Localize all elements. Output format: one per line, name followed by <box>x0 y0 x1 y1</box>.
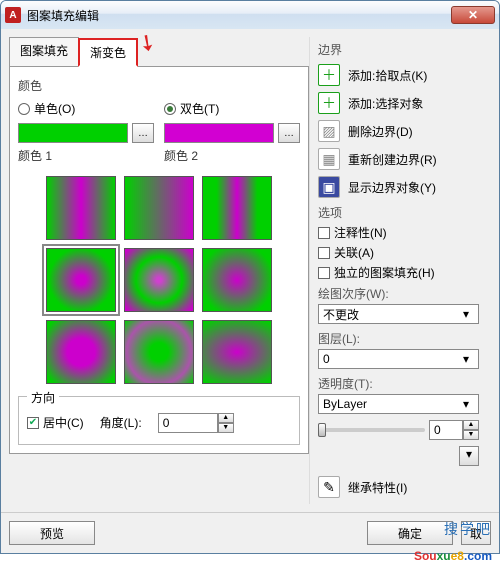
transparency-slider[interactable] <box>318 428 425 432</box>
checkbox-icon <box>318 267 330 279</box>
watermark: 搜学吧 Souxue8.com <box>414 519 492 567</box>
layer-label: 图层(L): <box>318 330 479 347</box>
options-title: 选项 <box>318 204 479 221</box>
color2-swatch[interactable] <box>164 123 274 143</box>
show-boundary-button[interactable]: ▣ 显示边界对象(Y) <box>318 176 479 198</box>
spin-up-icon[interactable]: ▲ <box>463 420 479 430</box>
radio-icon <box>18 103 30 115</box>
angle-label: 角度(L): <box>100 414 142 431</box>
btn-label: 删除边界(D) <box>348 123 413 140</box>
color2-label: 颜色 2 <box>164 147 300 164</box>
color1-label: 颜色 1 <box>18 147 154 164</box>
tab-pattern-fill[interactable]: 图案填充 <box>9 37 79 66</box>
gradient-preset-8[interactable] <box>124 320 194 384</box>
left-panel: 图案填充 渐变色 颜色 单色(O) … 颜色 1 <box>9 37 309 504</box>
opt-label: 注释性(N) <box>334 224 387 241</box>
tab-gradient[interactable]: 渐变色 <box>78 38 138 67</box>
radio-single-color[interactable]: 单色(O) <box>18 100 154 117</box>
btn-label: 显示边界对象(Y) <box>348 179 436 196</box>
radio-icon <box>164 103 176 115</box>
annotative-checkbox[interactable]: 注释性(N) <box>318 224 479 241</box>
radio-two-color[interactable]: 双色(T) <box>164 100 300 117</box>
add-pickpoints-button[interactable]: ＋ 添加:拾取点(K) <box>318 64 479 86</box>
opt-label: 关联(A) <box>334 244 374 261</box>
chevron-down-icon: ▾ <box>458 352 474 366</box>
boundary-title: 边界 <box>318 41 479 58</box>
chevron-down-icon: ▾ <box>458 307 474 321</box>
gradient-preset-4[interactable] <box>46 248 116 312</box>
spin-down-icon[interactable]: ▼ <box>218 423 234 433</box>
inherit-icon: ✎ <box>318 476 340 498</box>
right-panel: 边界 ＋ 添加:拾取点(K) ＋ 添加:选择对象 ▨ 删除边界(D) ▦ 重新创… <box>309 37 479 504</box>
direction-group: 方向 居中(C) 角度(L): ▲ ▼ <box>18 396 300 445</box>
transparency-input[interactable] <box>429 420 463 440</box>
select-value: ByLayer <box>323 397 367 411</box>
direction-label: 方向 <box>27 389 59 406</box>
chevron-down-icon: ▾ <box>458 397 474 411</box>
color-group-label: 颜色 <box>18 77 300 94</box>
btn-label: 添加:选择对象 <box>348 95 423 112</box>
angle-input[interactable] <box>158 413 218 433</box>
btn-label: 重新创建边界(R) <box>348 151 437 168</box>
radio-label: 双色(T) <box>180 100 219 117</box>
watermark-en: Souxue8.com <box>414 539 492 567</box>
recreate-icon: ▦ <box>318 148 340 170</box>
tab-bar: 图案填充 渐变色 <box>9 37 309 67</box>
gradient-preset-9[interactable] <box>202 320 272 384</box>
gradient-preset-3[interactable] <box>202 176 272 240</box>
spin-down-icon[interactable]: ▼ <box>463 430 479 440</box>
preview-button[interactable]: 预览 <box>9 521 95 545</box>
close-button[interactable]: ✕ <box>451 6 495 24</box>
color1-picker-button[interactable]: … <box>132 123 154 143</box>
window-title: 图案填充编辑 <box>27 7 451 24</box>
titlebar[interactable]: A 图案填充编辑 ✕ <box>1 1 499 29</box>
gradient-panel: 颜色 单色(O) … 颜色 1 <box>9 67 309 454</box>
expand-button[interactable]: ▾ <box>459 446 479 466</box>
transparency-select[interactable]: ByLayer ▾ <box>318 394 479 414</box>
checkbox-icon <box>27 417 39 429</box>
inherit-properties-button[interactable]: ✎ 继承特性(I) <box>318 476 479 498</box>
color2-picker-button[interactable]: … <box>278 123 300 143</box>
app-icon: A <box>5 7 21 23</box>
recreate-boundary-button[interactable]: ▦ 重新创建边界(R) <box>318 148 479 170</box>
gradient-preset-7[interactable] <box>46 320 116 384</box>
spin-up-icon[interactable]: ▲ <box>218 413 234 423</box>
remove-icon: ▨ <box>318 120 340 142</box>
gradient-preset-grid <box>46 176 272 384</box>
gradient-preset-6[interactable] <box>202 248 272 312</box>
center-label: 居中(C) <box>43 414 84 431</box>
independent-checkbox[interactable]: 独立的图案填充(H) <box>318 264 479 281</box>
select-value: 0 <box>323 352 330 366</box>
layer-select[interactable]: 0 ▾ <box>318 349 479 369</box>
opt-label: 独立的图案填充(H) <box>334 264 435 281</box>
remove-boundary-button[interactable]: ▨ 删除边界(D) <box>318 120 479 142</box>
checkbox-icon <box>318 227 330 239</box>
show-icon: ▣ <box>318 176 340 198</box>
dialog-body: 图案填充 渐变色 颜色 单色(O) … 颜色 1 <box>1 29 499 512</box>
transparency-label: 透明度(T): <box>318 375 479 392</box>
plus-icon: ＋ <box>318 92 340 114</box>
checkbox-icon <box>318 247 330 259</box>
gradient-preset-1[interactable] <box>46 176 116 240</box>
angle-spinner[interactable]: ▲ ▼ <box>158 413 234 433</box>
draworder-select[interactable]: 不更改 ▾ <box>318 304 479 324</box>
gradient-preset-5[interactable] <box>124 248 194 312</box>
center-checkbox[interactable]: 居中(C) <box>27 414 84 431</box>
radio-label: 单色(O) <box>34 100 75 117</box>
associative-checkbox[interactable]: 关联(A) <box>318 244 479 261</box>
btn-label: 继承特性(I) <box>348 479 407 496</box>
watermark-cn: 搜学吧 <box>414 519 492 539</box>
slider-thumb[interactable] <box>318 423 326 437</box>
draworder-label: 绘图次序(W): <box>318 285 479 302</box>
add-select-button[interactable]: ＋ 添加:选择对象 <box>318 92 479 114</box>
btn-label: 添加:拾取点(K) <box>348 67 427 84</box>
gradient-preset-2[interactable] <box>124 176 194 240</box>
color1-swatch[interactable] <box>18 123 128 143</box>
plus-icon: ＋ <box>318 64 340 86</box>
transparency-spinner[interactable]: ▲▼ <box>429 420 479 440</box>
select-value: 不更改 <box>323 306 359 323</box>
dialog-window: A 图案填充编辑 ✕ ➘ 图案填充 渐变色 颜色 单色(O) <box>0 0 500 554</box>
